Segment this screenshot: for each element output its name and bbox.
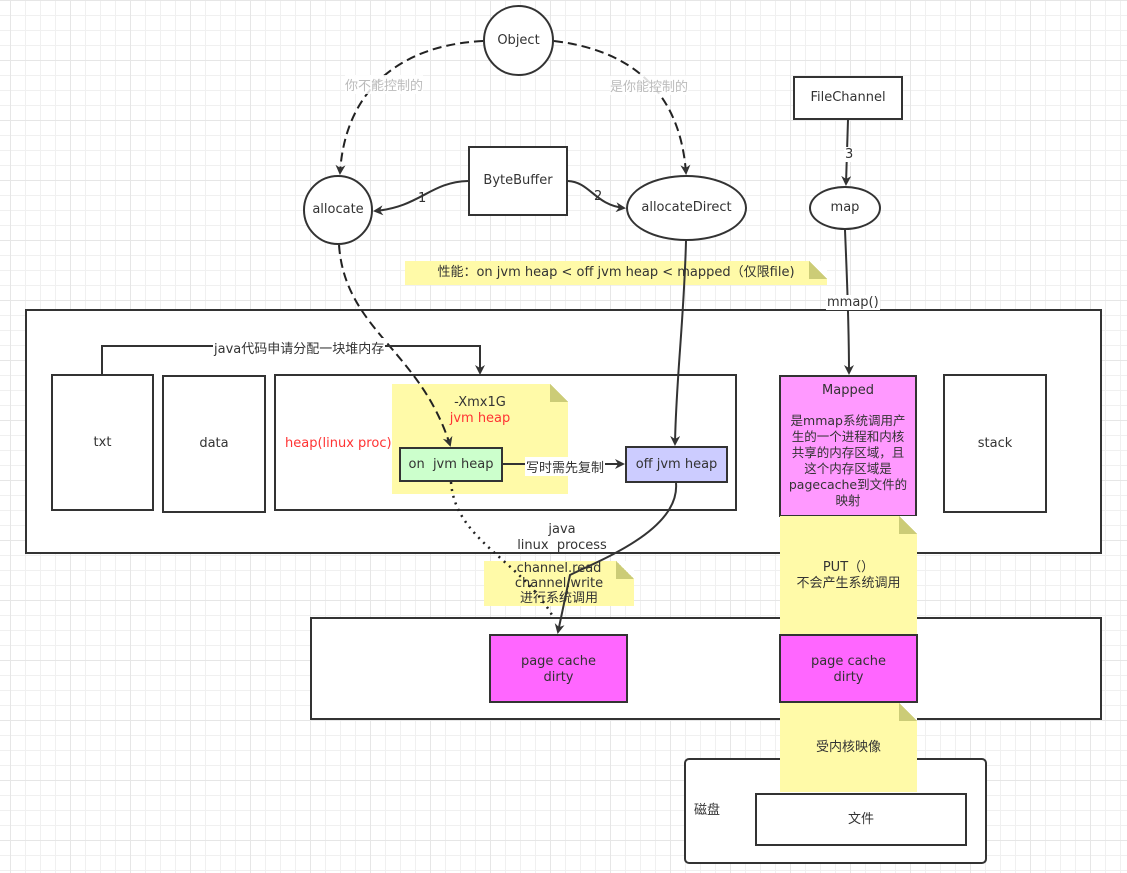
edge-label-2: 2 — [594, 189, 603, 204]
txt-segment[interactable]: txt — [51, 374, 154, 511]
allocate-label: allocate — [312, 202, 364, 217]
linux-process-label: linux process — [517, 538, 607, 553]
edge-label-1: 1 — [418, 191, 427, 206]
no-syscall-label: 不会产生系统调用 — [796, 576, 901, 591]
kernel-page-cache-container[interactable] — [310, 617, 1102, 720]
mapped-region[interactable]: Mapped 是mmap系统调用产生的一个进程和内核共享的内存区域，且这个内存区… — [779, 375, 917, 517]
put-label: PUT（） — [822, 560, 875, 575]
performance-note[interactable]: 性能：on jvm heap < off jvm heap < mapped（仅… — [405, 261, 827, 285]
channel-read-label: channel.read — [516, 561, 602, 576]
note-fold-shade — [616, 561, 634, 579]
txt-label: txt — [93, 434, 112, 450]
file-node[interactable]: 文件 — [755, 793, 967, 846]
edge-label-3: 3 — [844, 147, 855, 162]
xmx-label: -Xmx1G — [454, 395, 506, 410]
object-node[interactable]: Object — [483, 5, 554, 76]
mapped-description: 是mmap系统调用产生的一个进程和内核共享的内存区域，且这个内存区域是pagec… — [788, 413, 908, 508]
channel-write-label: channel.write — [514, 576, 604, 591]
kernel-mapping-note[interactable]: 受内核映像 — [780, 703, 917, 792]
put-note[interactable]: PUT（） 不会产生系统调用 — [780, 516, 917, 634]
copy-on-write-label: 写时需先复制 — [525, 457, 606, 476]
stack-segment[interactable]: stack — [943, 374, 1047, 513]
allocate-direct-label: allocateDirect — [641, 200, 732, 215]
controllable-label: 是你能控制的 — [610, 76, 689, 95]
data-label: data — [199, 436, 229, 451]
on-jvm-heap-label: on jvm heap — [408, 456, 494, 472]
allocate-node[interactable]: allocate — [303, 175, 373, 245]
bytebuffer-label: ByteBuffer — [483, 173, 553, 188]
object-label: Object — [497, 32, 540, 48]
performance-note-text: 性能：on jvm heap < off jvm heap < mapped（仅… — [437, 265, 795, 280]
page-cache-left[interactable]: page cache dirty — [489, 634, 628, 703]
channel-syscall-note[interactable]: channel.read channel.write 进行系统调用 — [484, 561, 634, 606]
note-fold-shade — [899, 703, 917, 721]
java-label: java — [548, 522, 576, 537]
on-jvm-heap-node[interactable]: on jvm heap — [399, 447, 503, 482]
file-label: 文件 — [847, 811, 874, 827]
stack-label: stack — [977, 435, 1013, 451]
filechannel-label: FileChannel — [810, 90, 886, 105]
dirty-label: dirty — [543, 670, 574, 685]
note-fold-shade — [809, 261, 827, 279]
page-cache-label: page cache — [810, 654, 887, 669]
kernel-mapping-label: 受内核映像 — [815, 739, 881, 755]
mmap-label: mmap() — [826, 295, 880, 310]
object-to-allocate-edge — [335, 40, 484, 175]
heap-linux-proc-label: heap(linux proc) — [285, 436, 392, 451]
allocate-direct-node[interactable]: allocateDirect — [626, 175, 747, 241]
uncontrollable-label: 你不能控制的 — [345, 75, 424, 94]
jvm-heap-label: jvm heap — [449, 411, 511, 426]
disk-label: 磁盘 — [694, 803, 721, 818]
map-label: map — [830, 200, 860, 215]
java-linux-process-label: java linux process — [500, 522, 624, 554]
off-jvm-heap-label: off jvm heap — [635, 456, 718, 472]
data-segment[interactable]: data — [162, 375, 266, 513]
page-cache-label: page cache — [520, 654, 597, 669]
filechannel-node[interactable]: FileChannel — [793, 76, 903, 120]
mapped-title: Mapped — [822, 383, 874, 398]
syscall-label: 进行系统调用 — [519, 591, 598, 606]
java-alloc-label: java代码申请分配一块堆内存 — [213, 338, 386, 357]
page-cache-right[interactable]: page cache dirty — [779, 634, 918, 703]
dirty-label: dirty — [833, 670, 864, 685]
object-to-allocate-direct-edge — [553, 40, 691, 175]
map-node[interactable]: map — [809, 186, 881, 230]
bytebuffer-node[interactable]: ByteBuffer — [468, 146, 568, 216]
note-fold-shade — [899, 516, 917, 534]
off-jvm-heap-node[interactable]: off jvm heap — [625, 446, 728, 483]
